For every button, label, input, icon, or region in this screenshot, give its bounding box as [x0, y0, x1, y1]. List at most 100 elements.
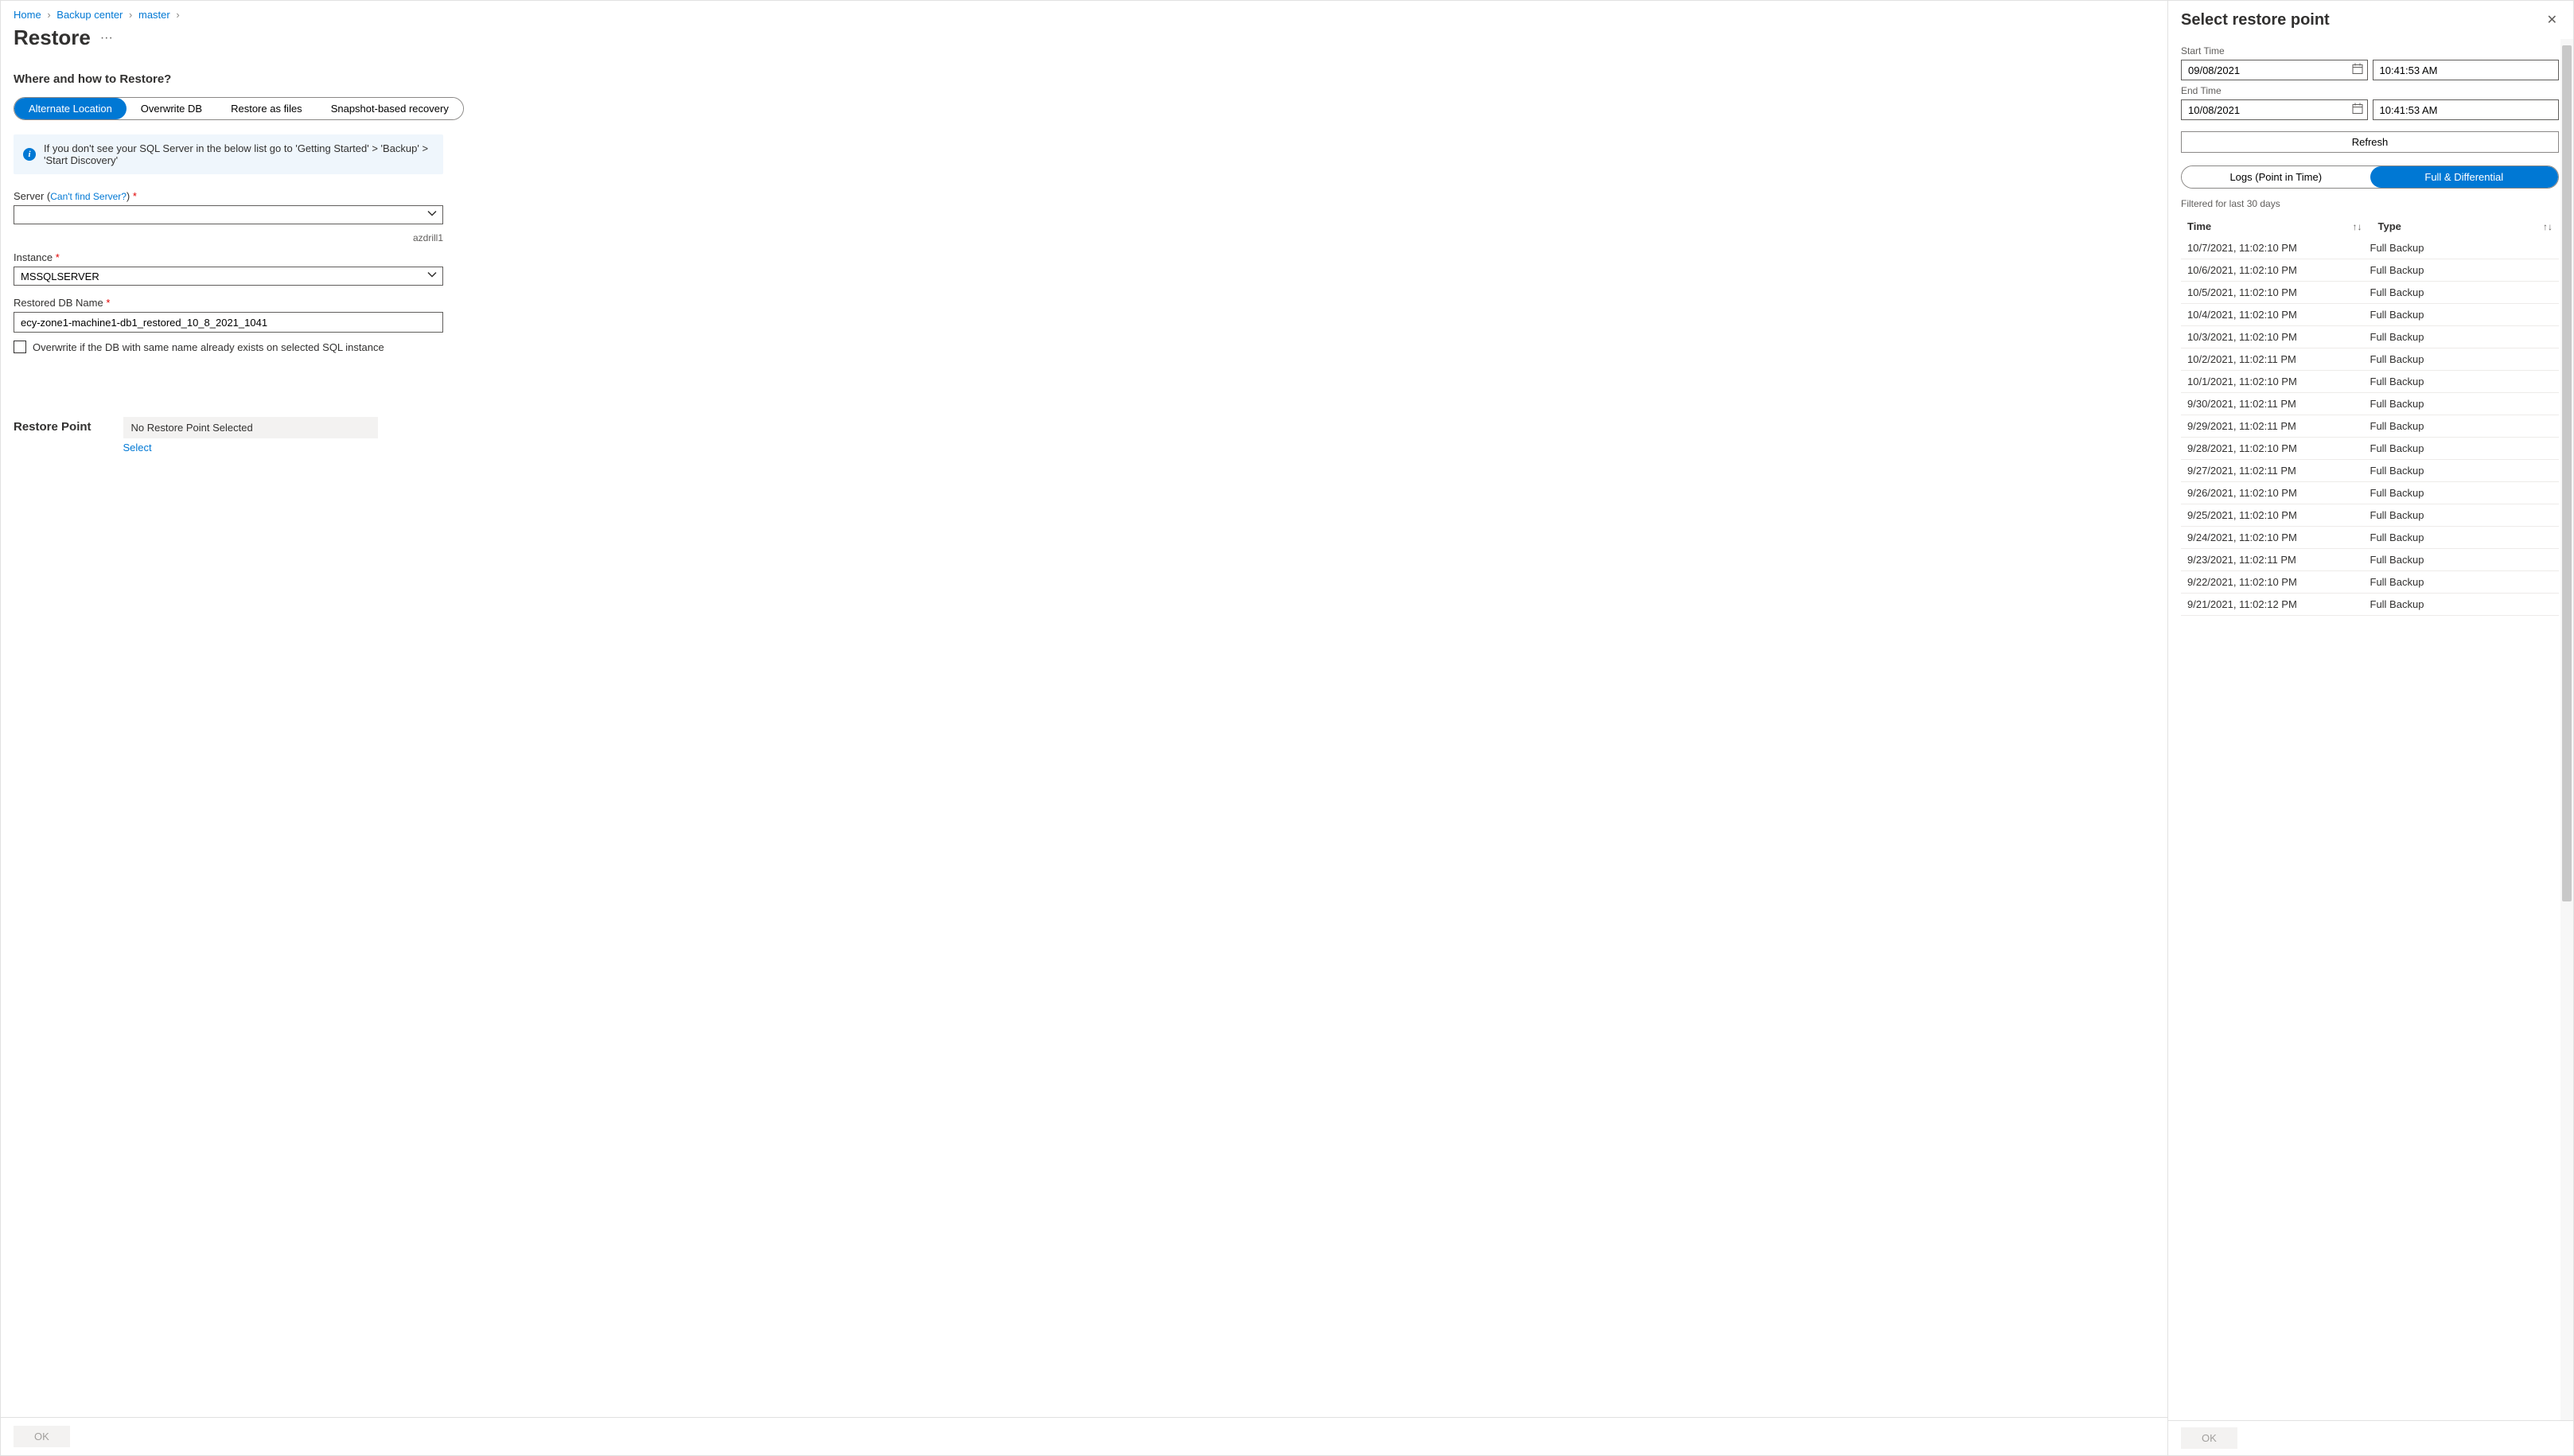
start-time-input[interactable]: [2373, 60, 2560, 80]
table-row[interactable]: 9/29/2021, 11:02:11 PMFull Backup: [2181, 415, 2559, 438]
table-row[interactable]: 9/26/2021, 11:02:10 PMFull Backup: [2181, 482, 2559, 504]
pill-alternate-location[interactable]: Alternate Location: [14, 98, 127, 119]
row-time: 10/6/2021, 11:02:10 PM: [2187, 264, 2370, 276]
row-type: Full Backup: [2370, 509, 2553, 521]
info-bar: i If you don't see your SQL Server in th…: [14, 134, 443, 174]
cant-find-server-link[interactable]: Can't find Server?: [50, 191, 127, 202]
end-date-input[interactable]: [2181, 99, 2368, 120]
table-row[interactable]: 9/21/2021, 11:02:12 PMFull Backup: [2181, 594, 2559, 616]
row-type: Full Backup: [2370, 286, 2553, 298]
row-type: Full Backup: [2370, 576, 2553, 588]
table-row[interactable]: 10/3/2021, 11:02:10 PMFull Backup: [2181, 326, 2559, 348]
table-row[interactable]: 10/1/2021, 11:02:10 PMFull Backup: [2181, 371, 2559, 393]
ok-button[interactable]: OK: [14, 1426, 70, 1447]
restore-point-label: Restore Point: [14, 417, 92, 434]
row-type: Full Backup: [2370, 420, 2553, 432]
row-type: Full Backup: [2370, 531, 2553, 543]
server-helper: azdrill1: [14, 232, 443, 243]
row-time: 9/24/2021, 11:02:10 PM: [2187, 531, 2370, 543]
overwrite-checkbox[interactable]: [14, 341, 26, 353]
row-time: 9/30/2021, 11:02:11 PM: [2187, 398, 2370, 410]
row-type: Full Backup: [2370, 598, 2553, 610]
info-text: If you don't see your SQL Server in the …: [44, 142, 434, 166]
row-type: Full Backup: [2370, 442, 2553, 454]
page-title: Restore: [14, 25, 91, 50]
row-time: 9/26/2021, 11:02:10 PM: [2187, 487, 2370, 499]
side-panel: Select restore point ✕ Start Time End Ti…: [2168, 0, 2574, 1456]
info-icon: i: [23, 148, 36, 161]
col-type-header[interactable]: Type ↑↓: [2378, 220, 2553, 232]
restore-point-table: Time ↑↓ Type ↑↓ 10/7/2021, 11:02:10 PMFu…: [2181, 216, 2559, 1420]
pill-overwrite-db[interactable]: Overwrite DB: [127, 98, 216, 119]
row-time: 9/27/2021, 11:02:11 PM: [2187, 465, 2370, 477]
row-time: 10/1/2021, 11:02:10 PM: [2187, 376, 2370, 387]
row-time: 10/2/2021, 11:02:11 PM: [2187, 353, 2370, 365]
table-row[interactable]: 9/27/2021, 11:02:11 PMFull Backup: [2181, 460, 2559, 482]
instance-select[interactable]: [14, 267, 443, 286]
table-row[interactable]: 10/2/2021, 11:02:11 PMFull Backup: [2181, 348, 2559, 371]
col-time-header[interactable]: Time ↑↓: [2187, 220, 2378, 232]
close-icon[interactable]: ✕: [2544, 9, 2560, 31]
side-ok-button[interactable]: OK: [2181, 1427, 2237, 1449]
overwrite-checkbox-label: Overwrite if the DB with same name alrea…: [33, 341, 384, 353]
table-row[interactable]: 9/23/2021, 11:02:11 PMFull Backup: [2181, 549, 2559, 571]
sort-icon: ↑↓: [2353, 221, 2362, 232]
table-row[interactable]: 9/22/2021, 11:02:10 PMFull Backup: [2181, 571, 2559, 594]
chevron-right-icon: ›: [129, 9, 132, 21]
table-row[interactable]: 9/28/2021, 11:02:10 PMFull Backup: [2181, 438, 2559, 460]
main-panel: Home › Backup center › master › Restore …: [0, 0, 2168, 1456]
end-time-input[interactable]: [2373, 99, 2560, 120]
table-row[interactable]: 9/24/2021, 11:02:10 PMFull Backup: [2181, 527, 2559, 549]
table-row[interactable]: 10/4/2021, 11:02:10 PMFull Backup: [2181, 304, 2559, 326]
row-time: 9/25/2021, 11:02:10 PM: [2187, 509, 2370, 521]
breadcrumb-backup-center[interactable]: Backup center: [56, 9, 123, 21]
table-row[interactable]: 10/5/2021, 11:02:10 PMFull Backup: [2181, 282, 2559, 304]
row-type: Full Backup: [2370, 465, 2553, 477]
section-where-title: Where and how to Restore?: [14, 72, 2155, 86]
table-row[interactable]: 10/6/2021, 11:02:10 PMFull Backup: [2181, 259, 2559, 282]
restore-mode-pills: Alternate Location Overwrite DB Restore …: [14, 97, 464, 120]
row-type: Full Backup: [2370, 398, 2553, 410]
pill-restore-as-files[interactable]: Restore as files: [216, 98, 317, 119]
chevron-right-icon: ›: [47, 9, 50, 21]
row-time: 9/29/2021, 11:02:11 PM: [2187, 420, 2370, 432]
breadcrumb-master[interactable]: master: [138, 9, 170, 21]
row-type: Full Backup: [2370, 331, 2553, 343]
breadcrumb: Home › Backup center › master ›: [14, 9, 2155, 21]
row-time: 9/22/2021, 11:02:10 PM: [2187, 576, 2370, 588]
breadcrumb-home[interactable]: Home: [14, 9, 41, 21]
row-time: 9/21/2021, 11:02:12 PM: [2187, 598, 2370, 610]
restored-db-label: Restored DB Name *: [14, 297, 443, 309]
restored-db-input[interactable]: [14, 312, 443, 333]
end-time-label: End Time: [2181, 85, 2559, 96]
side-title: Select restore point: [2181, 11, 2330, 29]
row-time: 9/23/2021, 11:02:11 PM: [2187, 554, 2370, 566]
restore-point-status: No Restore Point Selected: [123, 417, 378, 438]
pill-full-differential[interactable]: Full & Differential: [2370, 166, 2559, 188]
start-time-label: Start Time: [2181, 45, 2559, 56]
table-row[interactable]: 10/7/2021, 11:02:10 PMFull Backup: [2181, 237, 2559, 259]
refresh-button[interactable]: Refresh: [2181, 131, 2559, 153]
chevron-right-icon: ›: [176, 9, 179, 21]
row-time: 9/28/2021, 11:02:10 PM: [2187, 442, 2370, 454]
row-type: Full Backup: [2370, 309, 2553, 321]
server-select[interactable]: [14, 205, 443, 224]
side-footer: OK: [2168, 1420, 2573, 1455]
more-menu-icon[interactable]: ···: [100, 31, 113, 45]
table-row[interactable]: 9/30/2021, 11:02:11 PMFull Backup: [2181, 393, 2559, 415]
pill-snapshot-recovery[interactable]: Snapshot-based recovery: [317, 98, 463, 119]
scrollbar[interactable]: [2560, 39, 2573, 1420]
server-label: Server (Can't find Server?) *: [14, 190, 443, 202]
filter-text: Filtered for last 30 days: [2181, 198, 2559, 209]
start-date-input[interactable]: [2181, 60, 2368, 80]
restore-point-type-pills: Logs (Point in Time) Full & Differential: [2181, 165, 2559, 189]
row-time: 10/7/2021, 11:02:10 PM: [2187, 242, 2370, 254]
row-type: Full Backup: [2370, 554, 2553, 566]
restore-point-select-link[interactable]: Select: [123, 442, 152, 454]
scrollbar-thumb[interactable]: [2562, 45, 2572, 901]
table-row[interactable]: 9/25/2021, 11:02:10 PMFull Backup: [2181, 504, 2559, 527]
row-type: Full Backup: [2370, 242, 2553, 254]
row-time: 10/5/2021, 11:02:10 PM: [2187, 286, 2370, 298]
pill-logs-point-in-time[interactable]: Logs (Point in Time): [2182, 166, 2370, 188]
row-time: 10/3/2021, 11:02:10 PM: [2187, 331, 2370, 343]
